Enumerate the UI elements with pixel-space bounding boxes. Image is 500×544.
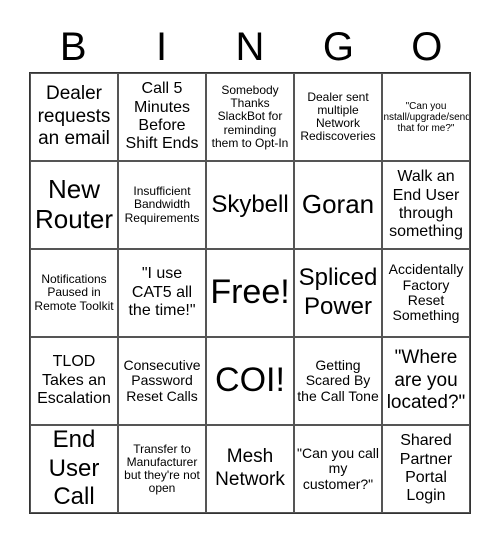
bingo-cell[interactable]: TLOD Takes an Escalation: [30, 337, 118, 425]
header-letter-b: B: [59, 25, 87, 69]
bingo-cell-text: New Router: [34, 174, 114, 234]
bingo-cell-text: Skybell: [211, 190, 289, 218]
bingo-cell[interactable]: Walk an End User through something: [382, 161, 470, 249]
bingo-cell[interactable]: Shared Partner Portal Login: [382, 425, 470, 513]
bingo-cell[interactable]: Spliced Power: [294, 249, 382, 337]
bingo-cell[interactable]: Dealer sent multiple Network Rediscoveri…: [294, 73, 382, 161]
bingo-cell-text: Getting Scared By the Call Tone: [297, 356, 379, 404]
bingo-cell-text: Dealer sent multiple Network Rediscoveri…: [300, 89, 376, 144]
bingo-cell-text: Consecutive Password Reset Calls: [123, 356, 201, 404]
bingo-cell-text: Mesh Network: [215, 446, 285, 490]
bingo-cell[interactable]: "Where are you located?": [382, 337, 470, 425]
bingo-cell[interactable]: COI!: [206, 337, 294, 425]
bingo-board: Dealer requests an email Call 5 Minutes B…: [29, 72, 471, 514]
bingo-cell-text: "Where are you located?": [386, 346, 466, 414]
bingo-cell[interactable]: "Can you call my customer?": [294, 425, 382, 513]
bingo-cell[interactable]: Transfer to Manufacturer but they're not…: [118, 425, 206, 513]
bingo-cell[interactable]: Skybell: [206, 161, 294, 249]
bingo-cell[interactable]: "Can you install/upgrade/send that for m…: [382, 73, 470, 161]
bingo-cell-text: TLOD Takes an Escalation: [37, 353, 111, 408]
bingo-cell[interactable]: End User Call: [30, 425, 118, 513]
bingo-cell-text: Goran: [301, 189, 375, 220]
bingo-header: B I N G O: [29, 22, 471, 72]
bingo-cell[interactable]: Goran: [294, 161, 382, 249]
bingo-cell-text: Call 5 Minutes Before Shift Ends: [125, 80, 199, 153]
bingo-cell-text: "Can you install/upgrade/send that for m…: [382, 100, 470, 134]
bingo-cell-text: Dealer requests an email: [37, 82, 111, 150]
bingo-cell[interactable]: "I use CAT5 all the time!": [118, 249, 206, 337]
bingo-cell-free[interactable]: Free!: [206, 249, 294, 337]
bingo-cell-text: "I use CAT5 all the time!": [128, 265, 196, 320]
bingo-cell-text: Notifications Paused in Remote Toolkit: [34, 272, 114, 313]
bingo-cell-text: Transfer to Manufacturer but they're not…: [124, 441, 200, 496]
header-letter-n: N: [235, 25, 265, 69]
bingo-cell[interactable]: Notifications Paused in Remote Toolkit: [30, 249, 118, 337]
bingo-cell-text: Spliced Power: [298, 264, 378, 320]
bingo-cell-text: Walk an End User through something: [389, 168, 463, 241]
bingo-cell-text: Shared Partner Portal Login: [399, 432, 453, 505]
bingo-cell-text: End User Call: [48, 425, 100, 511]
bingo-cell-text: Accidentally Factory Reset Something: [388, 261, 464, 324]
bingo-cell-text: Free!: [210, 273, 290, 312]
bingo-cell[interactable]: Somebody Thanks SlackBot for reminding t…: [206, 73, 294, 161]
bingo-cell[interactable]: Call 5 Minutes Before Shift Ends: [118, 73, 206, 161]
bingo-cell-text: "Can you call my customer?": [297, 444, 380, 492]
header-letter-g: G: [322, 25, 354, 69]
bingo-cell[interactable]: Accidentally Factory Reset Something: [382, 249, 470, 337]
bingo-cell-text: Somebody Thanks SlackBot for reminding t…: [211, 83, 289, 150]
header-letter-o: O: [411, 25, 443, 69]
bingo-cell-text: COI!: [215, 361, 285, 400]
bingo-cell-text: Insufficient Bandwidth Requirements: [124, 184, 200, 225]
bingo-cell[interactable]: New Router: [30, 161, 118, 249]
bingo-cell[interactable]: Mesh Network: [206, 425, 294, 513]
bingo-cell[interactable]: Dealer requests an email: [30, 73, 118, 161]
bingo-cell[interactable]: Insufficient Bandwidth Requirements: [118, 161, 206, 249]
header-letter-i: I: [156, 25, 168, 69]
bingo-cell[interactable]: Getting Scared By the Call Tone: [294, 337, 382, 425]
bingo-cell[interactable]: Consecutive Password Reset Calls: [118, 337, 206, 425]
